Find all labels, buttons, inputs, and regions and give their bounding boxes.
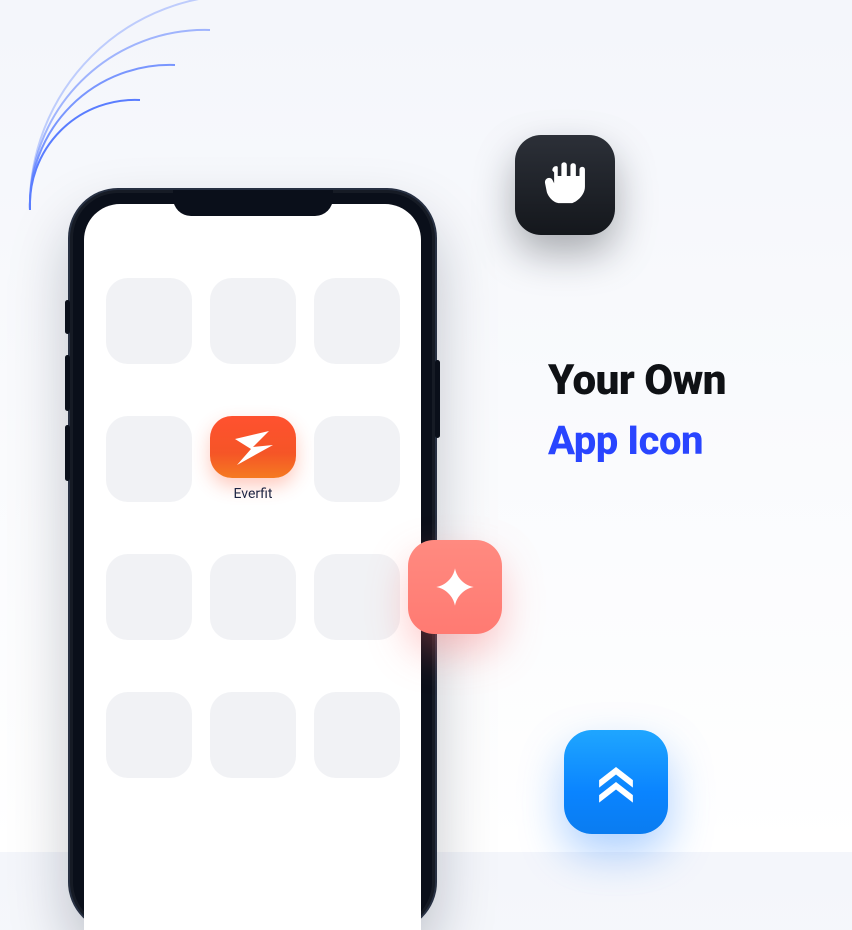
app-tile-placeholder <box>106 692 192 778</box>
app-tile-placeholder <box>210 692 296 778</box>
app-tile-placeholder <box>106 416 192 502</box>
everfit-logo-icon <box>227 421 279 473</box>
phone-screen: Everfit <box>84 204 421 930</box>
app-everfit-cell[interactable]: Everfit <box>210 416 296 502</box>
phone-notch <box>173 190 333 216</box>
everfit-app-icon[interactable] <box>210 416 296 478</box>
app-tile-placeholder <box>314 554 400 640</box>
phone-side-button <box>65 300 70 334</box>
floating-app-icon-spark <box>408 540 502 634</box>
fist-icon <box>536 156 594 214</box>
floating-app-icon-chevrons <box>564 730 668 834</box>
headline-line-2: App Icon <box>548 417 726 464</box>
app-tile-placeholder <box>210 278 296 364</box>
app-label-everfit: Everfit <box>234 486 273 502</box>
app-tile-placeholder <box>106 554 192 640</box>
app-tile-placeholder <box>314 416 400 502</box>
phone-side-button <box>65 355 70 411</box>
phone-side-button <box>65 425 70 481</box>
double-chevron-up-icon <box>586 752 646 812</box>
app-tile-placeholder <box>210 554 296 640</box>
headline: Your Own App Icon <box>548 356 726 464</box>
app-tile-placeholder <box>314 692 400 778</box>
floating-app-icon-fist <box>515 135 615 235</box>
phone-side-button <box>435 360 440 438</box>
app-tile-placeholder <box>314 278 400 364</box>
app-tile-placeholder <box>106 278 192 364</box>
app-grid: Everfit <box>84 254 421 778</box>
spark-icon <box>430 562 480 612</box>
phone-mockup: Everfit <box>70 190 435 930</box>
headline-line-1: Your Own <box>548 356 726 405</box>
